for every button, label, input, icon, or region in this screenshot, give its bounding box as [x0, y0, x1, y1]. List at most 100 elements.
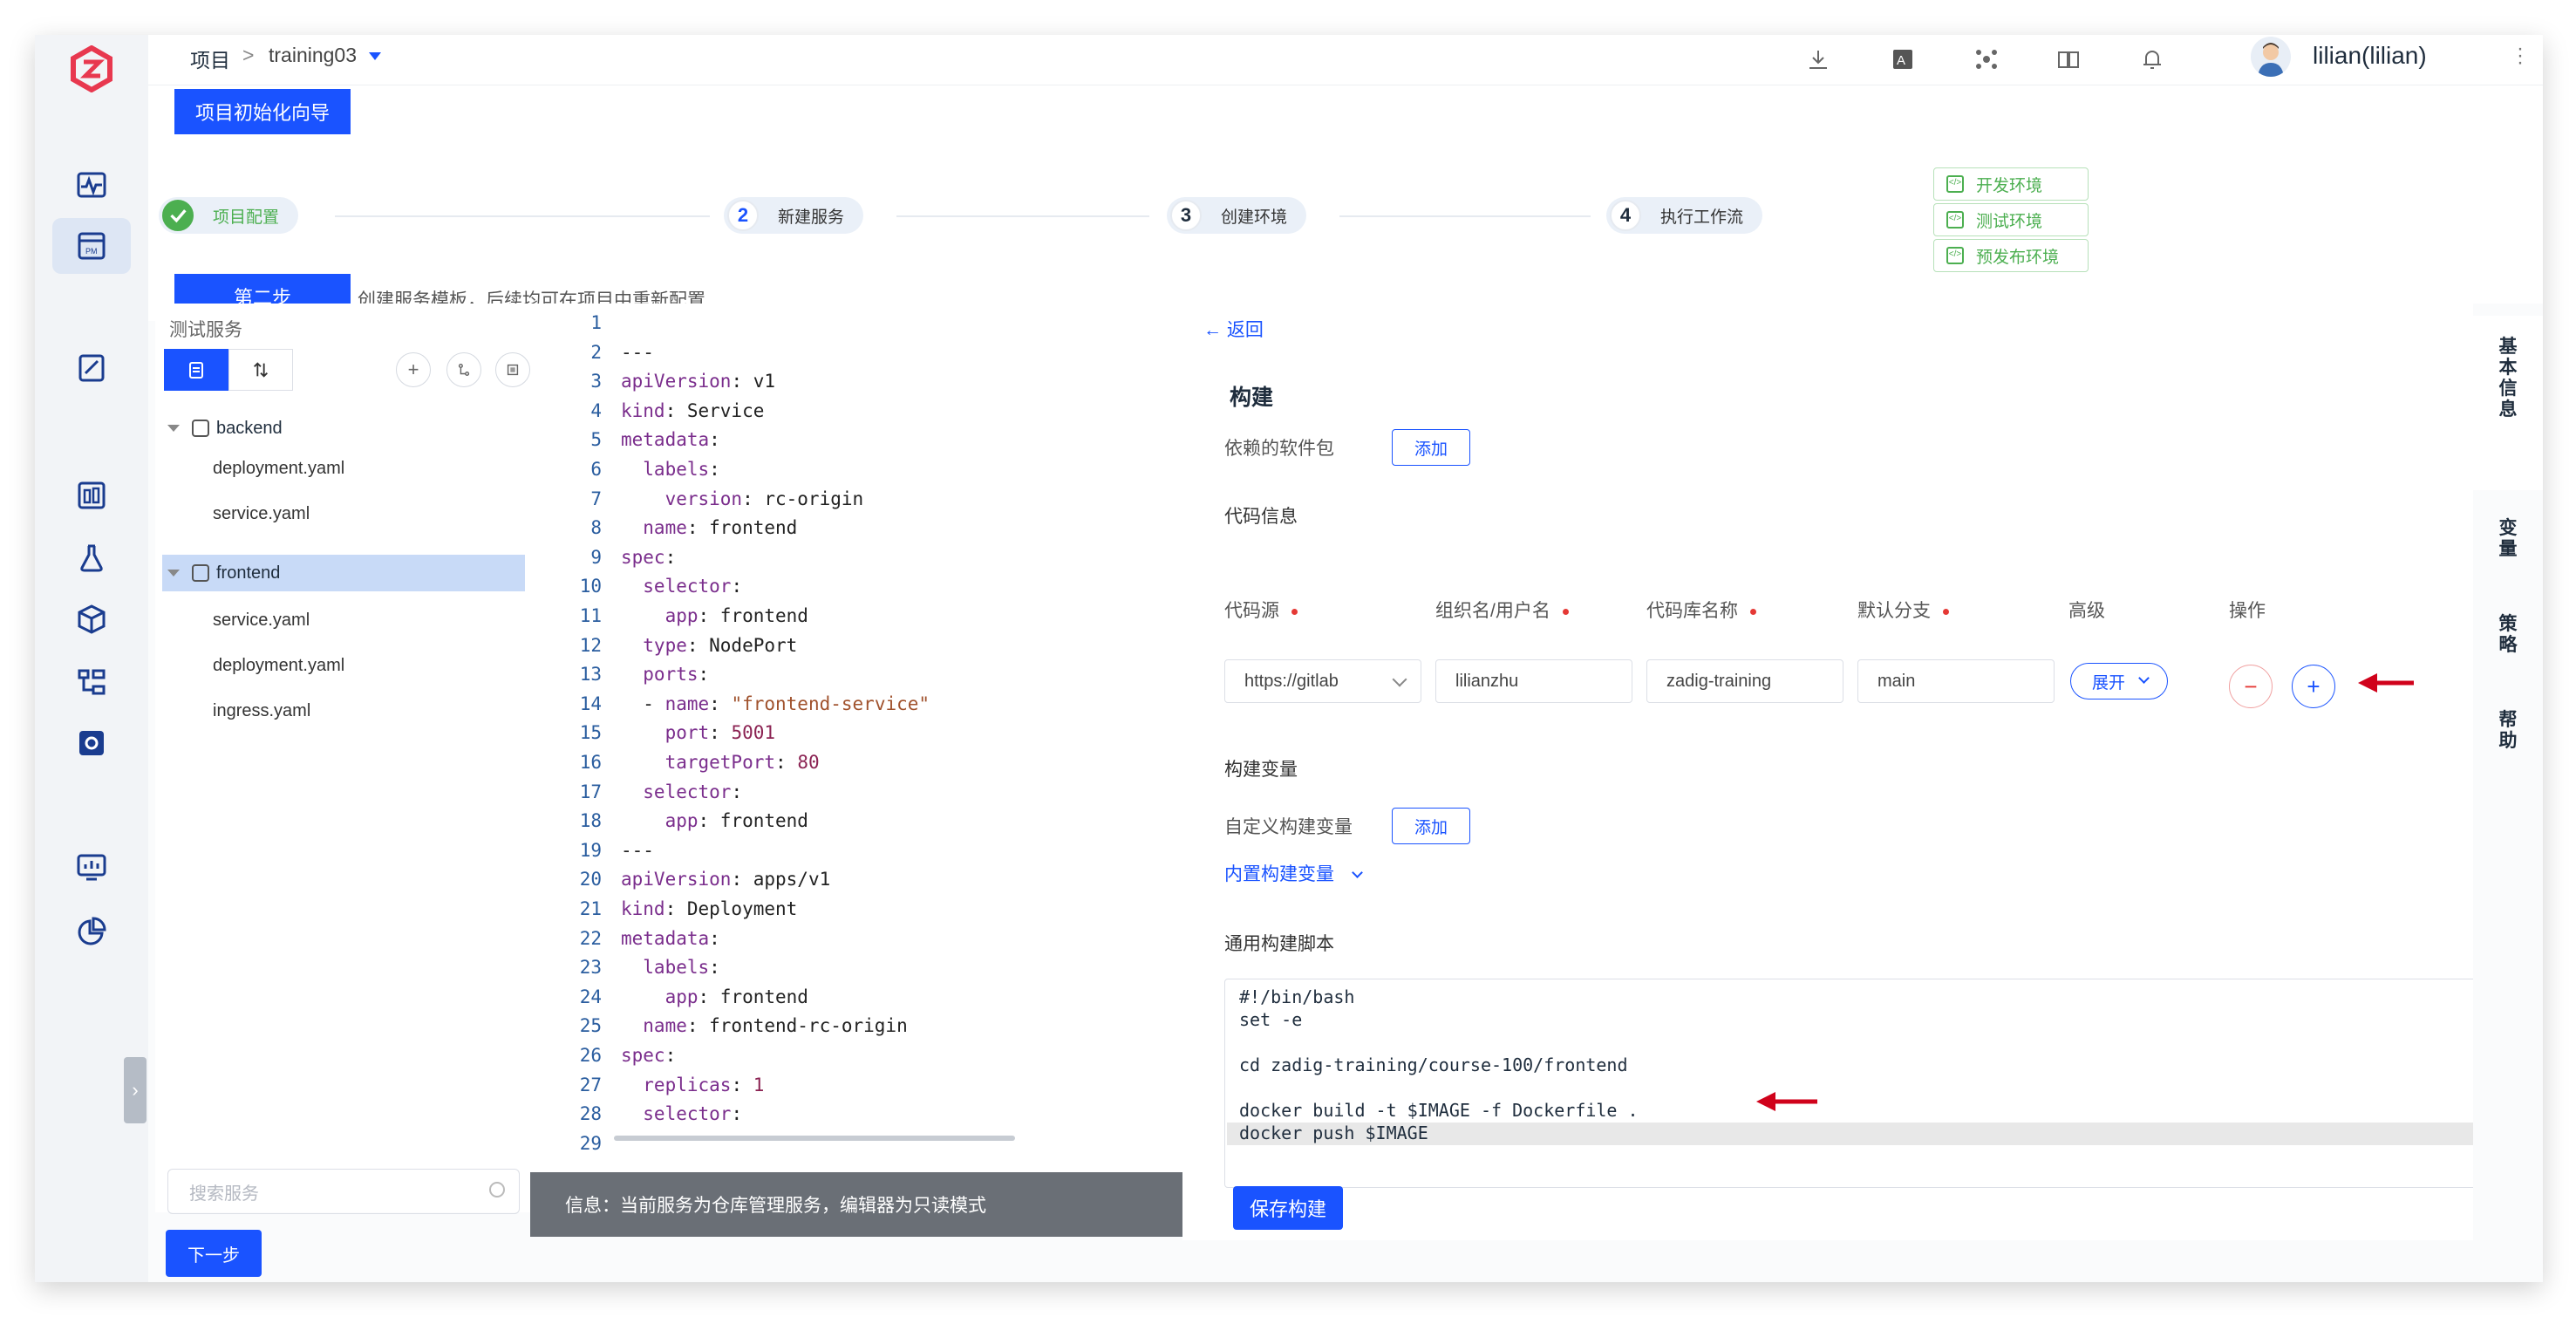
notification-bell-icon[interactable] — [2135, 42, 2170, 77]
add-repo-icon[interactable]: + — [2292, 665, 2335, 708]
file-node[interactable]: service.yaml — [213, 504, 310, 524]
back-link[interactable]: ← 返回 — [1203, 316, 1264, 342]
service-node-backend[interactable]: backend — [155, 410, 525, 447]
required-dot-icon — [1291, 608, 1298, 615]
service-list-view-button[interactable] — [164, 349, 228, 391]
env-tag-dev[interactable]: </> 开发环境 — [1933, 167, 2089, 201]
collapse-caret-icon[interactable] — [167, 425, 180, 432]
service-node-frontend[interactable]: frontend — [162, 555, 525, 591]
file-node[interactable]: ingress.yaml — [213, 701, 310, 721]
docs-book-icon[interactable] — [2051, 42, 2086, 77]
add-custom-var-button[interactable]: 添加 — [1392, 808, 1470, 844]
tab-help[interactable]: 帮助 — [2473, 691, 2543, 775]
edit-document-icon[interactable] — [52, 340, 131, 396]
init-wizard-button[interactable]: 项目初始化向导 — [174, 89, 351, 134]
sort-services-button[interactable] — [228, 349, 293, 391]
editor-horizontal-scrollbar[interactable] — [614, 1136, 1015, 1141]
wizard-step-4[interactable]: 4 执行工作流 — [1606, 197, 1763, 234]
col-advanced: 高级 — [2068, 601, 2105, 621]
tab-basic-info[interactable]: 基本信息 — [2473, 316, 2543, 490]
yaml-code-editor[interactable]: 1 2 --- 3 apiVersion: v1 4 kind: Service 5 metad… — [530, 304, 1193, 1176]
required-dot-icon — [1750, 608, 1756, 615]
clipboard-icon — [189, 362, 203, 379]
next-step-button[interactable]: 下一步 — [166, 1230, 262, 1277]
file-node[interactable]: service.yaml — [213, 611, 310, 631]
breadcrumb-project-name[interactable]: training03 — [269, 44, 357, 67]
testing-flask-icon[interactable] — [52, 530, 131, 586]
code-line: 20 apiVersion: apps/v1 — [530, 869, 1193, 897]
col-ops: 操作 — [2229, 601, 2266, 621]
dashboard-pulse-icon[interactable] — [52, 157, 131, 213]
annotation-arrow-icon — [2358, 673, 2414, 693]
workflow-tree-icon[interactable] — [52, 654, 131, 710]
code-text: spec: — [621, 1045, 677, 1066]
tab-policy[interactable]: 策略 — [2473, 595, 2543, 679]
code-line: 21 kind: Deployment — [530, 898, 1193, 927]
project-dropdown-caret-icon[interactable] — [369, 52, 381, 60]
line-number: 13 — [579, 664, 602, 686]
build-vars-title: 构建变量 — [1224, 760, 1298, 780]
remove-repo-icon[interactable]: − — [2229, 665, 2273, 708]
file-node[interactable]: deployment.yaml — [213, 459, 344, 479]
translate-icon[interactable]: A — [1885, 42, 1920, 77]
more-menu-icon[interactable]: · · · — [2517, 38, 2524, 73]
dashboard-grid-icon[interactable] — [52, 467, 131, 523]
code-text: selector: — [621, 576, 743, 597]
service-tree-panel: 测试服务 + backend deployment.yaml service.y… — [155, 304, 553, 1214]
wizard-step-2[interactable]: 2 新建服务 — [724, 197, 864, 234]
line-number: 14 — [579, 693, 602, 714]
step-label: 执行工作流 — [1660, 208, 1744, 227]
monitor-icon[interactable] — [52, 839, 131, 895]
zadig-logo[interactable] — [68, 45, 115, 92]
col-source: 代码源 — [1224, 597, 1298, 623]
code-text: app: frontend — [621, 986, 808, 1007]
build-script-editor[interactable]: #!/bin/bash set -e cd zadig-training/cou… — [1224, 979, 2506, 1188]
line-number: 20 — [579, 869, 602, 891]
code-line: 14 - name: "frontend-service" — [530, 693, 1193, 722]
line-number: 8 — [590, 517, 602, 539]
template-import-icon[interactable] — [495, 352, 530, 387]
custom-vars-label: 自定义构建变量 — [1224, 817, 1353, 837]
expand-sidebar-handle[interactable]: › — [124, 1057, 147, 1123]
chevron-down-icon — [2138, 672, 2150, 684]
pie-chart-icon[interactable] — [52, 904, 131, 959]
branch-select[interactable]: main — [1857, 659, 2055, 703]
search-icon — [489, 1182, 505, 1198]
add-deps-button[interactable]: 添加 — [1392, 429, 1470, 466]
code-text: kind: Service — [621, 399, 765, 421]
code-line: 19 --- — [530, 840, 1193, 869]
line-number: 28 — [579, 1103, 602, 1125]
add-service-icon[interactable]: + — [396, 352, 431, 387]
code-text: --- — [621, 341, 654, 363]
builtin-vars-toggle[interactable]: 内置构建变量 — [1224, 860, 1363, 886]
org-select[interactable]: lilianzhu — [1435, 659, 1632, 703]
code-line: 12 type: NodePort — [530, 635, 1193, 664]
tree-title: 测试服务 — [169, 320, 242, 340]
line-number: 1 — [590, 312, 602, 333]
line-number: 17 — [579, 781, 602, 802]
env-tag-staging[interactable]: </> 预发布环境 — [1933, 239, 2089, 272]
tab-variables[interactable]: 变量 — [2473, 499, 2543, 583]
repo-select[interactable]: zadig-training — [1646, 659, 1843, 703]
project-management-icon[interactable]: PM — [52, 218, 131, 274]
step-label: 项目配置 — [213, 208, 280, 227]
user-avatar[interactable] — [2251, 37, 2291, 77]
breadcrumb-projects[interactable]: 项目 — [190, 44, 230, 73]
settings-gear-icon[interactable] — [52, 715, 131, 771]
git-import-icon[interactable] — [446, 352, 481, 387]
code-line: 24 app: frontend — [530, 986, 1193, 1015]
advanced-expand-button[interactable]: 展开 — [2070, 663, 2168, 699]
wizard-step-1[interactable]: 项目配置 — [159, 197, 299, 234]
wizard-step-3[interactable]: 3 创建环境 — [1167, 197, 1307, 234]
artifact-box-icon[interactable] — [52, 591, 131, 647]
env-tag-test[interactable]: </> 测试环境 — [1933, 203, 2089, 236]
download-icon[interactable] — [1801, 42, 1836, 77]
save-build-button[interactable]: 保存构建 — [1233, 1186, 1343, 1230]
service-search-input[interactable]: 搜索服务 — [167, 1169, 520, 1214]
file-node[interactable]: deployment.yaml — [213, 656, 344, 676]
code-text: ports: — [621, 664, 710, 686]
code-source-select[interactable]: https://gitlab — [1224, 659, 1421, 703]
collapse-caret-icon[interactable] — [167, 570, 180, 577]
cluster-nodes-icon[interactable] — [1969, 42, 2004, 77]
user-name[interactable]: lilian(lilian) — [2313, 42, 2427, 70]
